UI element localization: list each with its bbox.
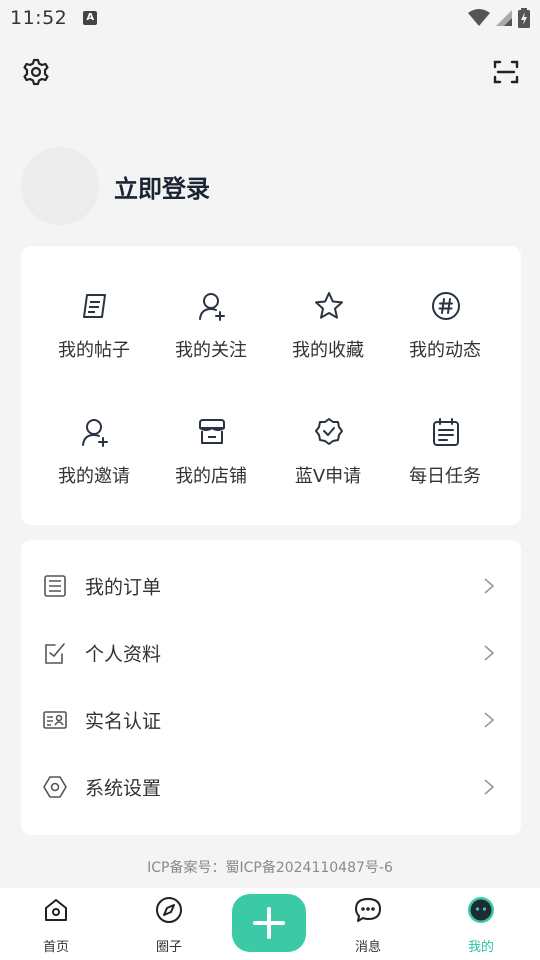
grid-item-my-favorites[interactable]: 我的收藏 [270, 290, 386, 400]
follow-user-icon [199, 293, 225, 321]
menu-item-real-name-verify[interactable]: 实名认证 [21, 687, 521, 754]
edit-profile-icon [45, 643, 65, 664]
grid-label: 我的动态 [409, 340, 481, 361]
grid-item-blue-v-apply[interactable]: 蓝V申请 [270, 416, 386, 526]
plus-icon [253, 907, 285, 939]
order-list-icon [44, 575, 66, 597]
post-icon [83, 294, 106, 318]
grid-item-my-invites[interactable]: 我的邀请 [36, 416, 152, 526]
menu-label: 系统设置 [85, 777, 162, 800]
grid-label: 我的邀请 [58, 466, 130, 487]
grid-item-my-activity[interactable]: 我的动态 [387, 290, 503, 400]
hexagon-settings-icon [43, 776, 67, 798]
scan-icon [493, 60, 519, 84]
bottom-nav: 首页 圈子 消息 我的 [0, 888, 540, 960]
home-icon [45, 899, 67, 921]
grid-label: 每日任务 [409, 466, 481, 487]
status-bar: 11:52 A [0, 0, 540, 36]
chevron-right-icon [484, 712, 495, 728]
battery-icon [518, 8, 530, 28]
tab-label: 首页 [42, 940, 69, 955]
menu-list: 我的订单 个人资料 实名认证 系统设置 [21, 540, 521, 835]
tab-messages[interactable]: 消息 [328, 888, 408, 960]
signal-icon [496, 10, 512, 26]
grid-label: 我的帖子 [58, 340, 130, 361]
grid-label: 我的收藏 [292, 340, 364, 361]
status-icons [468, 8, 530, 28]
verified-badge-icon [315, 418, 343, 445]
calendar-icon [433, 418, 459, 446]
grid-item-daily-tasks[interactable]: 每日任务 [387, 416, 503, 526]
menu-label: 个人资料 [85, 643, 162, 666]
menu-label: 实名认证 [85, 710, 162, 733]
tab-home[interactable]: 首页 [16, 888, 96, 960]
status-time: 11:52 [10, 7, 68, 29]
tab-circle[interactable]: 圈子 [129, 888, 209, 960]
store-icon [199, 419, 225, 444]
menu-item-system-settings[interactable]: 系统设置 [21, 754, 521, 821]
chevron-right-icon [484, 779, 495, 795]
settings-button[interactable] [22, 58, 50, 86]
scan-button[interactable] [492, 58, 520, 86]
create-post-button[interactable] [232, 894, 306, 952]
star-icon [315, 292, 343, 319]
grid-label: 蓝V申请 [294, 466, 362, 487]
wifi-icon [468, 9, 490, 26]
id-card-icon [43, 711, 67, 729]
chat-bubble-icon [355, 898, 381, 922]
grid-label: 我的店铺 [175, 466, 247, 487]
menu-item-profile[interactable]: 个人资料 [21, 620, 521, 687]
feature-grid: 我的帖子 我的关注 我的收藏 我的动态 我的邀请 我的店铺 蓝V申请 每日任务 [21, 246, 521, 525]
avatar[interactable] [21, 147, 99, 225]
invite-user-icon [82, 419, 108, 447]
grid-item-my-store[interactable]: 我的店铺 [153, 416, 269, 526]
face-icon [468, 897, 494, 923]
chevron-right-icon [484, 645, 495, 661]
menu-label: 我的订单 [85, 576, 162, 599]
compass-icon [156, 897, 182, 923]
icp-record: ICP备案号：蜀ICP备2024110487号-6 [147, 860, 393, 876]
tab-me[interactable]: 我的 [441, 888, 521, 960]
chevron-right-icon [484, 578, 495, 594]
grid-label: 我的关注 [175, 340, 247, 361]
tab-label: 我的 [467, 940, 494, 955]
login-link[interactable]: 立即登录 [114, 169, 210, 204]
tab-label: 圈子 [155, 940, 182, 955]
hashtag-icon [432, 292, 460, 320]
profile-header[interactable]: 立即登录 [21, 147, 210, 225]
grid-item-my-follows[interactable]: 我的关注 [153, 290, 269, 400]
menu-item-my-orders[interactable]: 我的订单 [21, 553, 521, 620]
grid-item-my-posts[interactable]: 我的帖子 [36, 290, 152, 400]
tab-label: 消息 [354, 940, 381, 955]
gear-icon [23, 58, 49, 86]
notification-a-icon: A [83, 11, 98, 25]
